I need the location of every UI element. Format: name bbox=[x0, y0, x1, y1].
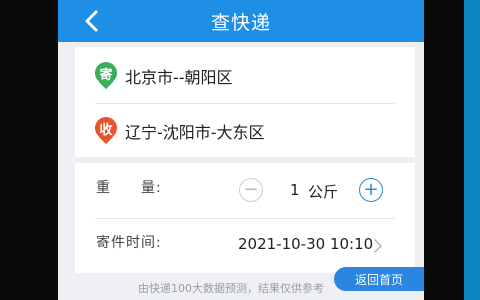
weight-unit: 公斤 bbox=[308, 183, 339, 201]
weight-value: 1 bbox=[290, 181, 300, 199]
weight-label: 重 量: bbox=[96, 180, 162, 196]
disclaimer-text: 由快递100大数据预测，结果仅供参考 bbox=[138, 282, 324, 295]
send-time-label: 寄件时间: bbox=[96, 235, 162, 251]
send-time-value[interactable]: 2021-10-30 10:10 bbox=[238, 235, 373, 253]
return-home-button[interactable]: 返回首页 bbox=[334, 267, 424, 291]
weight-decrease-button[interactable]: − bbox=[239, 178, 263, 202]
chevron-right-icon bbox=[374, 239, 382, 253]
weight-increase-button[interactable]: + bbox=[359, 178, 383, 202]
minus-icon: − bbox=[243, 179, 259, 200]
sender-pin-icon: 寄 bbox=[95, 62, 117, 90]
shipment-form-card: 重 量: − 1 公斤 + 寄件时间: 2021-10-30 10:10 bbox=[75, 163, 415, 273]
receiver-address[interactable]: 辽宁-沈阳市-大东区 bbox=[125, 119, 265, 143]
phone-screen: 查快递 寄 北京市--朝阳区 收 辽宁-沈阳市-大东区 重 量: − 1 公斤 … bbox=[58, 0, 424, 300]
page-title: 查快递 bbox=[210, 12, 271, 34]
receiver-badge-label: 收 bbox=[99, 123, 113, 138]
sender-badge-label: 寄 bbox=[99, 68, 113, 83]
device-frame: 查快递 寄 北京市--朝阳区 收 辽宁-沈阳市-大东区 重 量: − 1 公斤 … bbox=[0, 0, 480, 300]
device-bezel-left bbox=[0, 0, 58, 300]
divider bbox=[95, 218, 395, 219]
nav-bar: 查快递 bbox=[58, 0, 424, 42]
sender-address[interactable]: 北京市--朝阳区 bbox=[125, 64, 233, 88]
divider bbox=[95, 103, 395, 104]
plus-icon: + bbox=[363, 179, 379, 200]
background-edge bbox=[464, 0, 480, 300]
receiver-pin-icon: 收 bbox=[95, 117, 117, 145]
address-card: 寄 北京市--朝阳区 收 辽宁-沈阳市-大东区 bbox=[75, 47, 415, 157]
